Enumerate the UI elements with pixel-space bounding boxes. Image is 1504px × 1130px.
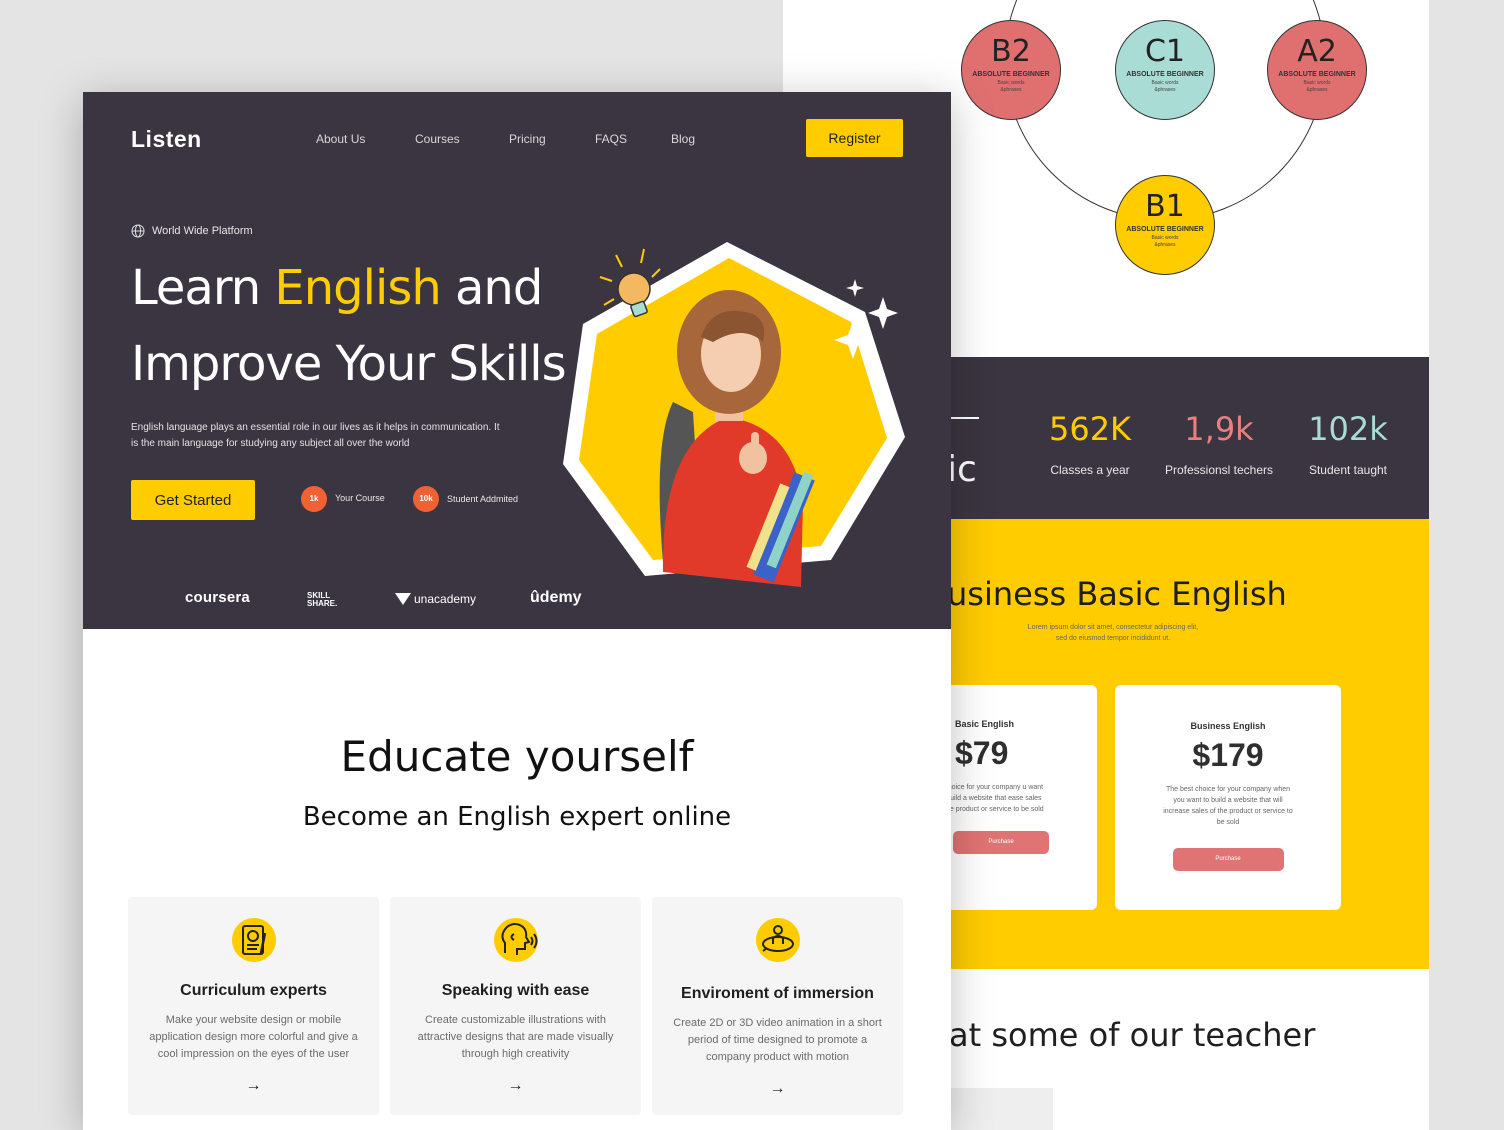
hero-description-line: is the main language for studying any su… xyxy=(131,438,410,449)
stat-value: 102k xyxy=(1308,410,1388,448)
feature-title: Curriculum experts xyxy=(180,982,327,999)
nav-faqs[interactable]: FAQS xyxy=(595,132,627,146)
feature-title: Speaking with ease xyxy=(441,982,590,999)
nav-about-us[interactable]: About Us xyxy=(316,132,365,146)
pricing-title: usiness Basic English xyxy=(947,575,1287,613)
immersion-icon xyxy=(755,918,800,962)
partner-skillshare-logo: SKILL SHARE. xyxy=(307,591,338,608)
hero-title-line2: Improve Your Skills xyxy=(131,336,567,392)
pricing-subtitle: Lorem ipsum dolor sit amet, consectetur … xyxy=(983,622,1243,644)
level-desc: &phrases xyxy=(1306,87,1328,93)
feature-card-curriculum[interactable]: Curriculum experts Make your website des… xyxy=(128,897,379,1115)
globe-icon xyxy=(131,224,145,238)
plan-price: $79 xyxy=(955,735,1009,771)
course-count-label: Your Course xyxy=(335,493,385,503)
feature-title: Enviroment of immersion xyxy=(681,985,874,1002)
plan-desc: st choice for your company u want to bui… xyxy=(936,784,1044,813)
purchase-button[interactable]: Purchase xyxy=(1172,848,1284,871)
educate-subtitle: Become an English expert online xyxy=(302,802,732,832)
arrow-right-icon[interactable]: → xyxy=(652,1080,903,1098)
pricing-subtitle-line: sed do eiusmod tempor incididunt ut. xyxy=(1055,635,1171,642)
level-title: ABSOLUTE BEGINNER xyxy=(1126,71,1204,78)
purchase-button[interactable]: Purchase xyxy=(953,831,1049,854)
teacher-card[interactable] xyxy=(951,1088,1053,1130)
level-circle-b1[interactable]: B1 ABSOLUTE BEGINNER Basic words &phrase… xyxy=(1115,175,1215,275)
level-circle-b2[interactable]: B2 ABSOLUTE BEGINNER Basic words &phrase… xyxy=(961,20,1061,120)
level-desc: Basic words xyxy=(1151,235,1179,241)
arrow-right-icon[interactable]: → xyxy=(390,1077,641,1095)
partner-udemy-logo: ûdemy xyxy=(530,589,582,606)
nav-pricing[interactable]: Pricing xyxy=(509,132,546,146)
landing-page: Listen About Us Courses Pricing FAQS Blo… xyxy=(83,92,951,1130)
level-desc: &phrases xyxy=(1000,87,1022,93)
plan-name: Business English xyxy=(1190,721,1266,731)
level-title: ABSOLUTE BEGINNER xyxy=(1126,226,1204,233)
teachers-heading: at some of our teacher xyxy=(949,1016,1316,1054)
lightbulb-icon xyxy=(599,248,661,318)
hero-description: English language plays an essential role… xyxy=(131,420,500,452)
feature-text: Create customizable illustrations with a… xyxy=(417,1014,614,1060)
course-count-badge: 1k xyxy=(301,486,327,512)
partner-unacademy-label: unacademy xyxy=(414,592,477,606)
unacademy-icon xyxy=(395,593,411,605)
level-code: C1 xyxy=(1144,34,1186,69)
stats-heading: ic xyxy=(947,449,977,490)
level-code: A2 xyxy=(1297,34,1337,69)
feature-card-immersion[interactable]: Enviroment of immersion Create 2D or 3D … xyxy=(652,897,903,1115)
student-count-label: Student Addmited xyxy=(447,494,519,504)
plan-name: Basic English xyxy=(955,719,1015,729)
stat-students: 102k Student taught xyxy=(1278,409,1418,477)
arrow-right-icon[interactable]: → xyxy=(128,1077,379,1095)
hero-title-part: Learn xyxy=(131,260,275,316)
get-started-button[interactable]: Get Started xyxy=(131,480,255,520)
divider xyxy=(951,417,979,419)
feature-card-speaking[interactable]: Speaking with ease Create customizable i… xyxy=(390,897,641,1115)
stat-teachers: 1,9k Professionsl techers xyxy=(1149,409,1289,477)
stat-label: Professionsl techers xyxy=(1164,463,1274,477)
register-button[interactable]: Register xyxy=(806,119,903,157)
speaking-head-icon xyxy=(493,918,538,962)
level-desc: &phrases xyxy=(1154,242,1176,248)
price-card-business: Business English $179 The best choice fo… xyxy=(1115,685,1341,910)
level-desc: Basic words xyxy=(1151,80,1179,86)
level-code: B1 xyxy=(1145,189,1185,224)
level-desc: &phrases xyxy=(1154,87,1176,93)
level-circle-a2[interactable]: A2 ABSOLUTE BEGINNER Basic words &phrase… xyxy=(1267,20,1367,120)
partner-unacademy-logo: unacademy xyxy=(395,592,476,606)
plan-desc: The best choice for your company when yo… xyxy=(1163,786,1293,826)
hero-title-highlight: English xyxy=(274,260,441,316)
hero-title-part: and xyxy=(440,260,543,316)
pricing-subtitle-line: Lorem ipsum dolor sit amet, consectetur … xyxy=(1027,624,1199,631)
stat-value: 562K xyxy=(1048,410,1132,448)
platform-tag-label: World Wide Platform xyxy=(152,225,253,237)
stat-classes: 562K Classes a year xyxy=(1020,409,1160,477)
hero-section: Listen About Us Courses Pricing FAQS Blo… xyxy=(83,92,951,629)
level-title: ABSOLUTE BEGINNER xyxy=(1278,71,1356,78)
nav-courses[interactable]: Courses xyxy=(415,132,460,146)
nav-blog[interactable]: Blog xyxy=(671,132,695,146)
level-desc: Basic words xyxy=(1303,80,1331,86)
stat-label: Student taught xyxy=(1308,463,1388,477)
student-count-badge: 10k xyxy=(413,486,439,512)
educate-title: Educate yourself xyxy=(340,732,694,781)
stat-value: 1,9k xyxy=(1184,410,1254,448)
level-circle-c1[interactable]: C1 ABSOLUTE BEGINNER Basic words &phrase… xyxy=(1115,20,1215,120)
site-logo[interactable]: Listen xyxy=(131,126,202,153)
stat-label: Classes a year xyxy=(1050,463,1130,477)
level-desc: Basic words xyxy=(997,80,1025,86)
certificate-icon xyxy=(231,918,276,962)
sparkle-icon xyxy=(834,279,898,359)
level-title: ABSOLUTE BEGINNER xyxy=(972,71,1050,78)
feature-text: Create 2D or 3D video animation in a sho… xyxy=(673,1017,882,1063)
partner-coursera-logo: coursera xyxy=(185,589,250,606)
hero-description-line: English language plays an essential role… xyxy=(131,422,500,433)
hero-title: Learn English and Improve Your Skills xyxy=(131,250,567,402)
level-code: B2 xyxy=(991,34,1031,69)
feature-text: Make your website design or mobile appli… xyxy=(149,1014,358,1060)
platform-tag: World Wide Platform xyxy=(131,224,253,238)
plan-price: $179 xyxy=(1192,737,1264,773)
